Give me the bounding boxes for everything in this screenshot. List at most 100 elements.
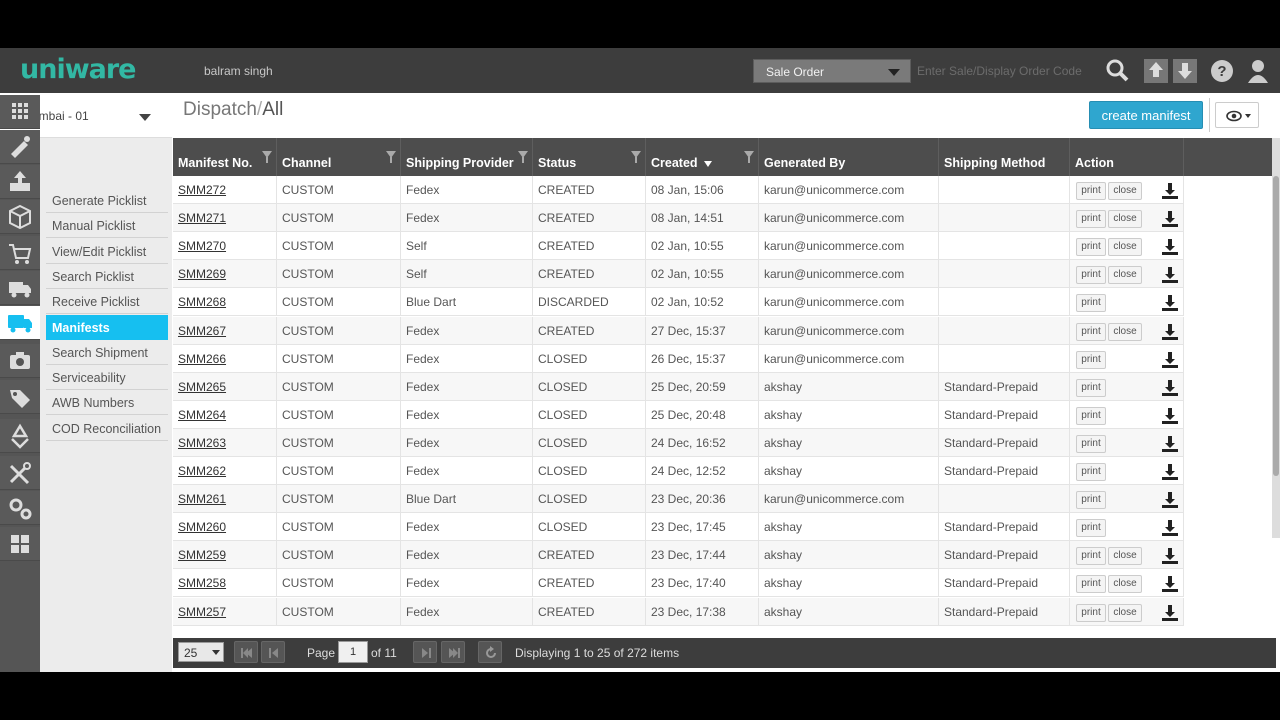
download-icon[interactable] — [1161, 547, 1179, 565]
download-icon[interactable] — [1161, 407, 1179, 425]
manifest-link[interactable]: SMM272 — [173, 176, 277, 204]
download-icon[interactable] — [1161, 266, 1179, 284]
manifest-link[interactable]: SMM259 — [173, 541, 277, 570]
column-header[interactable]: Status — [533, 138, 646, 176]
close-button[interactable]: close — [1108, 322, 1142, 341]
manifest-link[interactable]: SMM263 — [173, 428, 277, 457]
sidebar-icon-button[interactable] — [0, 271, 40, 305]
download-icon[interactable] — [1161, 351, 1179, 369]
close-button[interactable]: close — [1108, 210, 1142, 229]
sidebar-icon-button[interactable] — [0, 130, 40, 164]
manifest-link[interactable]: SMM264 — [173, 400, 277, 429]
subnav-item[interactable]: AWB Numbers — [46, 390, 168, 416]
manifest-link[interactable]: SMM262 — [173, 457, 277, 485]
sidebar-icon-button[interactable] — [0, 344, 40, 378]
manifest-link[interactable]: SMM261 — [173, 485, 277, 514]
print-button[interactable]: print — [1076, 575, 1106, 594]
column-header[interactable]: Channel — [277, 138, 401, 176]
column-header[interactable]: Generated By — [759, 138, 939, 176]
close-button[interactable]: close — [1108, 182, 1142, 200]
print-button[interactable]: print — [1076, 603, 1106, 622]
subnav-item[interactable]: COD Reconciliation — [46, 416, 168, 441]
subnav-item[interactable]: Receive Picklist — [46, 289, 168, 315]
scrollbar-thumb[interactable] — [1273, 176, 1279, 476]
subnav-item[interactable]: View/Edit Picklist — [46, 239, 168, 264]
manifest-link[interactable]: SMM271 — [173, 204, 277, 233]
print-button[interactable]: print — [1076, 434, 1106, 453]
sidebar-icon-button[interactable] — [0, 491, 40, 525]
column-header[interactable]: Created — [646, 138, 759, 176]
filter-icon[interactable] — [744, 151, 754, 163]
first-page-button[interactable] — [234, 641, 258, 663]
filter-icon[interactable] — [631, 151, 641, 163]
manifest-link[interactable]: SMM268 — [173, 288, 277, 317]
download-icon[interactable] — [1161, 604, 1179, 622]
sidebar-icon-button[interactable] — [0, 200, 40, 234]
sidebar-icon-button[interactable] — [0, 95, 40, 129]
print-button[interactable]: print — [1076, 238, 1106, 257]
manifest-link[interactable]: SMM265 — [173, 372, 277, 401]
download-icon[interactable] — [1161, 379, 1179, 397]
close-button[interactable]: close — [1108, 238, 1142, 257]
previous-page-button[interactable] — [261, 641, 285, 663]
download-icon[interactable] — [1161, 323, 1179, 341]
download-icon[interactable] — [1161, 463, 1179, 481]
subnav-item[interactable]: Generate Picklist — [46, 188, 168, 213]
print-button[interactable]: print — [1076, 266, 1106, 285]
print-button[interactable]: print — [1076, 322, 1106, 341]
download-icon[interactable] — [1161, 435, 1179, 453]
subnav-item[interactable]: Manual Picklist — [46, 213, 168, 239]
create-manifest-button[interactable]: create manifest — [1089, 101, 1203, 129]
sidebar-icon-button[interactable] — [0, 236, 40, 270]
last-page-button[interactable] — [441, 641, 465, 663]
download-icon[interactable] — [1161, 210, 1179, 228]
print-button[interactable]: print — [1076, 350, 1106, 369]
filter-icon[interactable] — [518, 151, 528, 163]
manifest-link[interactable]: SMM266 — [173, 344, 277, 373]
sidebar-icon-button[interactable] — [0, 419, 40, 453]
sidebar-icon-button[interactable] — [0, 306, 40, 340]
subnav-item[interactable]: Search Shipment — [46, 340, 168, 365]
manifest-link[interactable]: SMM269 — [173, 260, 277, 289]
close-button[interactable]: close — [1108, 266, 1142, 285]
subnav-item[interactable]: Manifests — [46, 314, 168, 340]
column-header[interactable]: Shipping Provider — [401, 138, 533, 176]
download-icon[interactable] — [1161, 519, 1179, 537]
print-button[interactable]: print — [1076, 210, 1106, 229]
search-icon[interactable] — [1104, 57, 1132, 85]
manifest-link[interactable]: SMM257 — [173, 597, 277, 626]
close-button[interactable]: close — [1108, 603, 1142, 622]
column-visibility-button[interactable] — [1215, 102, 1259, 128]
subnav-item[interactable]: Serviceability — [46, 365, 168, 391]
refresh-button[interactable] — [478, 641, 502, 663]
manifest-link[interactable]: SMM258 — [173, 569, 277, 598]
print-button[interactable]: print — [1076, 519, 1106, 538]
upload-icon[interactable] — [1142, 57, 1170, 85]
print-button[interactable]: print — [1076, 378, 1106, 397]
column-header[interactable]: Shipping Method — [939, 138, 1070, 176]
print-button[interactable]: print — [1076, 491, 1106, 510]
download-icon[interactable] — [1161, 238, 1179, 256]
sidebar-icon-button[interactable] — [0, 527, 40, 561]
user-icon[interactable] — [1246, 57, 1274, 85]
page-size-select[interactable]: 25 — [178, 642, 224, 662]
print-button[interactable]: print — [1076, 406, 1106, 425]
search-type-select[interactable]: Sale Order — [753, 59, 911, 83]
manifest-link[interactable]: SMM267 — [173, 316, 277, 345]
column-header[interactable]: Manifest No. — [173, 138, 277, 176]
close-button[interactable]: close — [1108, 547, 1142, 566]
download-icon[interactable] — [1161, 294, 1179, 312]
print-button[interactable]: print — [1076, 182, 1106, 200]
download-icon[interactable] — [1161, 182, 1179, 200]
filter-icon[interactable] — [262, 151, 272, 163]
manifest-link[interactable]: SMM270 — [173, 232, 277, 261]
help-icon[interactable]: ? — [1208, 57, 1236, 85]
print-button[interactable]: print — [1076, 547, 1106, 566]
column-header[interactable]: Action — [1070, 138, 1184, 176]
sidebar-icon-button[interactable] — [0, 165, 40, 199]
filter-icon[interactable] — [386, 151, 396, 163]
breadcrumb-section[interactable]: Dispatch — [183, 99, 257, 120]
page-number-input[interactable]: 1 — [338, 641, 368, 663]
print-button[interactable]: print — [1076, 463, 1106, 481]
next-page-button[interactable] — [413, 641, 437, 663]
